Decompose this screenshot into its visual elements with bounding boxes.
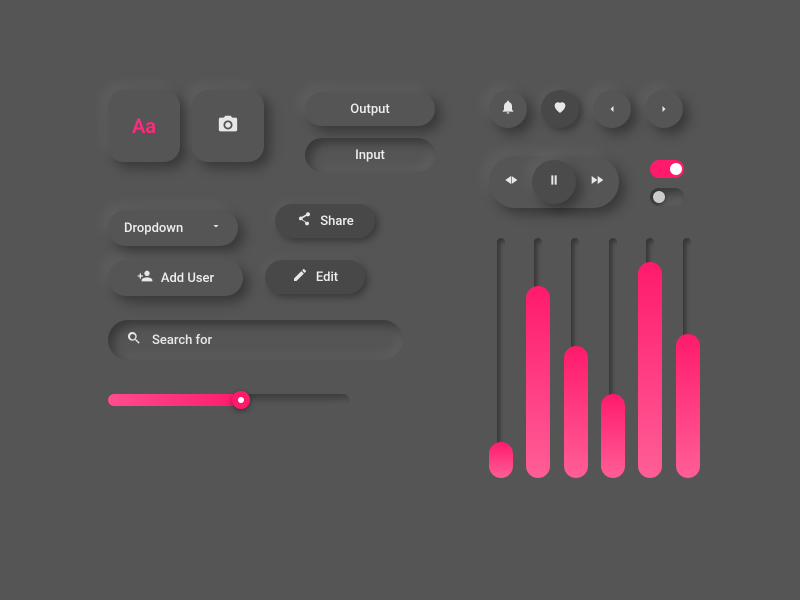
progress-slider[interactable] — [108, 394, 349, 406]
aa-label: Aa — [132, 114, 156, 138]
eq-slider[interactable] — [526, 238, 549, 478]
dropdown-label: Dropdown — [124, 221, 183, 236]
eq-bar — [601, 394, 625, 478]
eq-bar — [638, 262, 662, 478]
play-pause-button[interactable] — [532, 160, 576, 204]
pause-icon — [546, 172, 562, 192]
forward-button[interactable] — [589, 172, 605, 192]
edit-label: Edit — [316, 270, 338, 285]
prev-button[interactable] — [593, 90, 631, 128]
output-label: Output — [350, 102, 389, 117]
camera-tile[interactable] — [192, 90, 264, 162]
toggle-off[interactable] — [650, 188, 684, 206]
share-icon — [296, 211, 312, 231]
input-label: Input — [355, 148, 385, 163]
eq-bar — [564, 346, 588, 478]
dropdown[interactable]: Dropdown — [108, 210, 238, 246]
eq-slider[interactable] — [489, 238, 512, 478]
add-user-button[interactable]: Add User — [108, 260, 243, 296]
rewind-button[interactable] — [503, 172, 519, 192]
player-controls — [489, 156, 619, 208]
equalizer — [489, 238, 699, 478]
next-button[interactable] — [645, 90, 683, 128]
input-button[interactable]: Input — [305, 138, 435, 172]
bell-icon — [500, 99, 516, 119]
eq-slider[interactable] — [638, 238, 661, 478]
output-button[interactable]: Output — [305, 92, 435, 126]
search-placeholder: Search for — [152, 333, 212, 348]
camera-icon — [217, 113, 239, 139]
share-button[interactable]: Share — [275, 204, 375, 238]
icon-button-row — [489, 90, 683, 128]
eq-slider[interactable] — [676, 238, 699, 478]
slider-thumb[interactable] — [232, 391, 250, 409]
heart-button[interactable] — [541, 90, 579, 128]
add-user-icon — [137, 268, 153, 288]
toggle-knob — [653, 191, 665, 203]
eq-slider[interactable] — [564, 238, 587, 478]
toggle-on[interactable] — [650, 160, 684, 178]
search-icon — [126, 330, 142, 350]
slider-fill — [108, 394, 241, 406]
eq-slider[interactable] — [601, 238, 624, 478]
share-label: Share — [320, 214, 354, 229]
eq-bar — [526, 286, 550, 478]
eq-bar — [489, 442, 513, 478]
typography-tile[interactable]: Aa — [108, 90, 180, 162]
chevron-left-icon — [606, 100, 618, 119]
chevron-down-icon — [210, 220, 222, 236]
chevron-right-icon — [658, 100, 670, 119]
search-input[interactable]: Search for — [108, 320, 403, 360]
eq-bar — [676, 334, 700, 478]
pencil-icon — [292, 267, 308, 287]
add-user-label: Add User — [161, 271, 214, 286]
edit-button[interactable]: Edit — [265, 260, 365, 294]
bell-button[interactable] — [489, 90, 527, 128]
toggle-knob — [670, 163, 682, 175]
heart-icon — [552, 99, 568, 119]
